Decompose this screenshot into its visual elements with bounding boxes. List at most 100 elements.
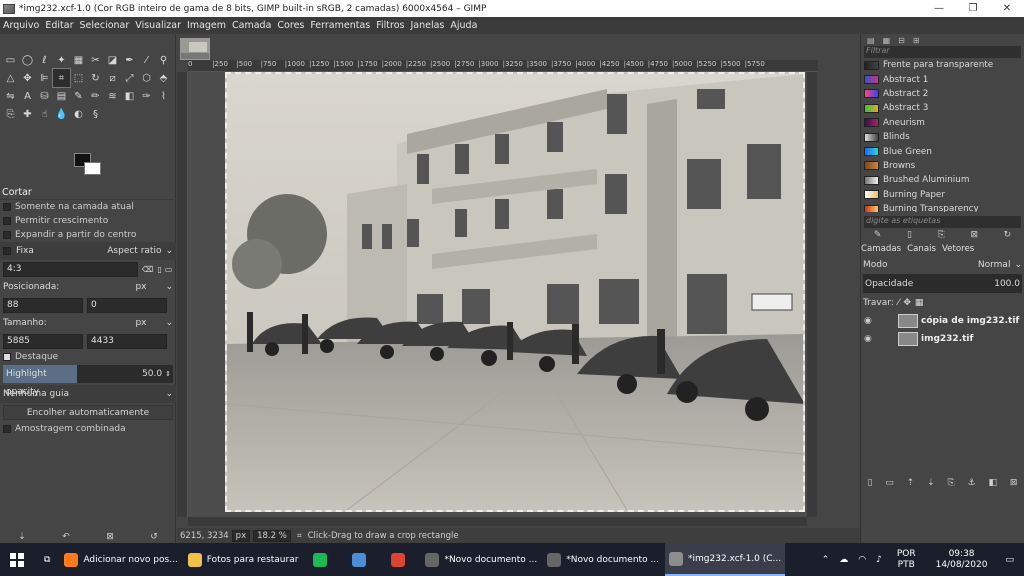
foreground-select-icon[interactable]: ◪	[104, 51, 121, 69]
zoom-icon[interactable]: ⚲	[155, 51, 172, 69]
visibility-eye-icon[interactable]: ◉	[864, 334, 876, 344]
cloud-icon[interactable]: ☁	[839, 555, 848, 565]
delete-gradient-icon[interactable]: ⊠	[970, 230, 978, 240]
duplicate-gradient-icon[interactable]: ⎘	[938, 230, 945, 240]
scissors-icon[interactable]: ✂	[87, 51, 104, 69]
chevron-down-icon[interactable]: ⌄	[165, 389, 173, 399]
menu-imagem[interactable]: Imagem	[187, 20, 226, 31]
photo-layer[interactable]	[225, 72, 805, 512]
vertical-scrollbar[interactable]	[807, 72, 817, 517]
chevron-down-icon[interactable]: ⌄	[165, 318, 173, 328]
scale-icon[interactable]: ⤢	[121, 69, 138, 87]
background-color-swatch[interactable]	[84, 162, 101, 175]
bucket-fill-icon[interactable]: ⛁	[36, 87, 53, 105]
reset-options-icon[interactable]: ↺	[150, 532, 158, 542]
ink-icon[interactable]: ✑	[138, 87, 155, 105]
smudge-icon[interactable]: ☝	[36, 105, 53, 123]
task-view-button[interactable]: ⧉	[36, 543, 58, 576]
allow-growing-checkbox[interactable]: Permitir crescimento	[0, 214, 176, 228]
rect-select-icon[interactable]: ▭	[2, 51, 19, 69]
refresh-gradients-icon[interactable]: ↻	[1004, 230, 1012, 240]
tab-layers[interactable]: Camadas	[861, 244, 901, 254]
restore-options-icon[interactable]: ↶	[62, 532, 70, 542]
edit-gradient-icon[interactable]: ✎	[874, 230, 882, 240]
gradient-item[interactable]: Burning Paper	[864, 188, 1021, 202]
chevron-down-icon[interactable]: ⌄	[165, 282, 173, 292]
grid-view-icon[interactable]: ▦	[883, 36, 891, 45]
expand-center-checkbox[interactable]: Expandir a partir do centro	[0, 228, 176, 242]
clear-icon[interactable]: ⌫	[142, 265, 153, 274]
horizontal-scrollbar[interactable]	[188, 517, 807, 526]
align-icon[interactable]: ⊫	[36, 69, 53, 87]
start-button[interactable]	[0, 543, 34, 576]
save-options-icon[interactable]: ⇣	[18, 532, 26, 542]
menu-filtros[interactable]: Filtros	[376, 20, 404, 31]
menu-janelas[interactable]: Janelas	[410, 20, 444, 31]
gradient-item[interactable]: Browns	[864, 159, 1021, 173]
tag-icon[interactable]: ⊟	[898, 36, 905, 45]
paths-icon[interactable]: ✒	[121, 51, 138, 69]
blur-icon[interactable]: 💧	[53, 105, 70, 123]
lock-alpha-icon[interactable]: ▦	[915, 298, 924, 308]
gradient-item[interactable]: Abstract 2	[864, 87, 1021, 101]
new-group-icon[interactable]: ▭	[885, 478, 894, 488]
position-y-input[interactable]: 0	[87, 297, 167, 313]
lock-pixels-icon[interactable]: ⁄	[898, 298, 900, 308]
color-select-icon[interactable]: ▦	[70, 51, 87, 69]
gradient-tool-icon[interactable]: ▤	[53, 87, 70, 105]
horizontal-ruler[interactable]: 0 |250 |500 |750 |1000 |1250 |1500 |1750 |2000 |2…	[188, 60, 818, 72]
duplicate-layer-icon[interactable]: ⎘	[948, 478, 955, 488]
taskbar-app-button[interactable]: *Novo documento ...	[421, 543, 541, 576]
network-icon[interactable]: ◠	[858, 555, 866, 565]
ratio-input[interactable]: 4:3	[3, 261, 138, 277]
gradient-item[interactable]: Burning Transparency	[864, 202, 1021, 212]
heal-icon[interactable]: ✚	[19, 105, 36, 123]
taskbar-app-button[interactable]	[382, 543, 419, 576]
list-view-icon[interactable]: ▤	[867, 36, 875, 45]
size-height-input[interactable]: 4433	[87, 333, 167, 349]
delete-options-icon[interactable]: ⊠	[106, 532, 114, 542]
size-width-input[interactable]: 5885	[3, 333, 83, 349]
crop-icon[interactable]: ⌗	[52, 68, 71, 88]
gradient-item[interactable]: Brushed Aluminium	[864, 173, 1021, 187]
rotate-icon[interactable]: ↻	[87, 69, 104, 87]
sample-merged-checkbox[interactable]: Amostragem combinada	[0, 422, 176, 436]
maximize-button[interactable]: ❐	[956, 3, 990, 14]
raise-layer-icon[interactable]: ⇡	[907, 478, 915, 488]
clock[interactable]: 09:38 14/08/2020	[931, 549, 993, 571]
chevron-down-icon[interactable]: ⌄	[165, 246, 173, 256]
free-select-icon[interactable]: ℓ	[36, 51, 53, 69]
pencil-icon[interactable]: ✏	[87, 87, 104, 105]
position-unit-select[interactable]: px	[135, 282, 165, 292]
gradient-item[interactable]: Abstract 1	[864, 72, 1021, 86]
size-unit-select[interactable]: px	[135, 318, 165, 328]
mypaint-brush-icon[interactable]: ⌇	[155, 87, 172, 105]
gradient-item[interactable]: Aneurism	[864, 116, 1021, 130]
position-x-input[interactable]: 88	[3, 297, 83, 313]
eraser-icon[interactable]: ◧	[121, 87, 138, 105]
taskbar-app-button[interactable]: *Novo documento ...	[543, 543, 663, 576]
auto-shrink-button[interactable]: Encolher automaticamente	[3, 405, 173, 420]
taskbar-app-button[interactable]: *img232.xcf-1.0 (C...	[665, 543, 786, 576]
fuzzy-select-icon[interactable]: ✦	[53, 51, 70, 69]
tray-chevron-icon[interactable]: ⌃	[822, 555, 830, 565]
menu-cores[interactable]: Cores	[277, 20, 304, 31]
chevron-down-icon[interactable]: ⌄	[1014, 260, 1022, 270]
unit-select[interactable]: px	[231, 529, 251, 542]
layer-item[interactable]: ◉ img232.tif	[861, 330, 1024, 348]
tab-channels[interactable]: Canais	[907, 244, 936, 254]
gradient-item[interactable]: Blinds	[864, 130, 1021, 144]
taskbar-app-button[interactable]	[343, 543, 380, 576]
new-gradient-icon[interactable]: ▯	[907, 230, 912, 240]
current-layer-only-checkbox[interactable]: Somente na camada atual	[0, 200, 176, 214]
color-picker-icon[interactable]: ⁄	[138, 51, 155, 69]
gradient-item[interactable]: Frente para transparente	[864, 58, 1021, 72]
taskbar-app-button[interactable]: Adicionar novo pos...	[60, 543, 181, 576]
menu-editar[interactable]: Editar	[45, 20, 73, 31]
fg-bg-colors[interactable]	[74, 153, 104, 177]
anchor-layer-icon[interactable]: ⚓	[968, 478, 976, 488]
opacity-slider[interactable]: Opacidade 100.0	[863, 274, 1022, 293]
highlight-opacity-slider[interactable]: Highlight opacity 50.0 ⇕	[3, 365, 173, 397]
vertical-ruler[interactable]	[177, 72, 188, 517]
text-icon[interactable]: A	[19, 87, 36, 105]
